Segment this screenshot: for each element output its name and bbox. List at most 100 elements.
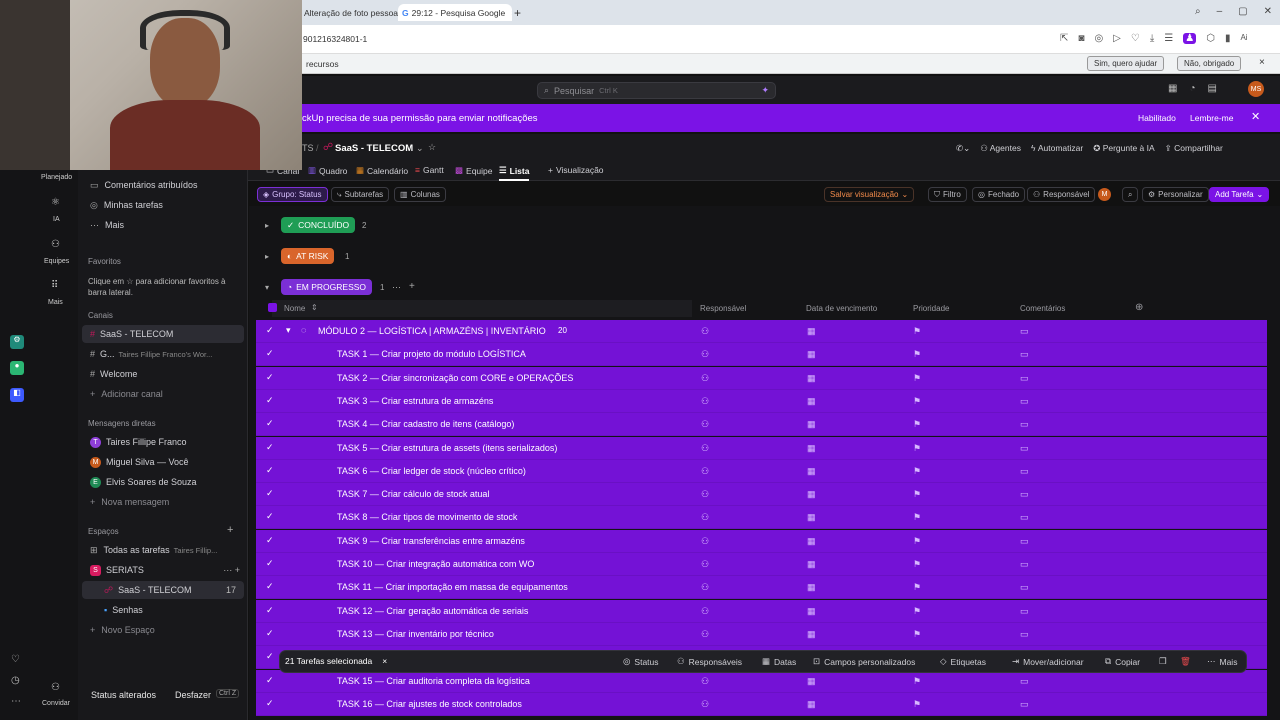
task-name[interactable]: TASK 10 — Criar integração automática co… xyxy=(337,559,534,569)
task-name[interactable]: TASK 5 — Criar estrutura de assets (iten… xyxy=(337,443,557,453)
task-name[interactable]: TASK 2 — Criar sincronização com CORE e … xyxy=(337,373,573,383)
sidebar-icon[interactable]: ▮ xyxy=(1225,33,1231,44)
app-shortcut-icon[interactable]: ◧ xyxy=(10,388,24,402)
row-checkbox[interactable]: ✓ xyxy=(266,348,274,359)
user-icon[interactable]: ⚇ xyxy=(701,512,709,523)
close-icon[interactable]: ✕ xyxy=(1251,110,1260,123)
status-group-em-progresso[interactable]: ◔ EM PROGRESSO xyxy=(281,279,373,295)
flag-icon[interactable]: ⚑ xyxy=(913,536,921,547)
user-icon[interactable]: ⚇ xyxy=(701,582,709,593)
user-icon[interactable]: ⚇ xyxy=(701,536,709,547)
column-assignee[interactable]: Responsável xyxy=(700,304,746,313)
flag-icon[interactable]: ⚑ xyxy=(913,559,921,570)
calendar-icon[interactable]: ▦ xyxy=(807,419,816,430)
row-checkbox[interactable]: ✓ xyxy=(266,511,274,522)
calendar-icon[interactable]: ▦ xyxy=(807,606,816,617)
bulk-assignees-button[interactable]: ⚇ Responsáveis xyxy=(677,656,742,667)
assignee-avatar[interactable]: M xyxy=(1098,188,1111,201)
user-icon[interactable]: ⚇ xyxy=(701,396,709,407)
sidebar-item-my-tasks[interactable]: ◎ Minhas tarefas xyxy=(78,196,248,214)
task-row[interactable]: ✓ TASK 16 — Criar ajustes de stock contro… xyxy=(256,692,1267,716)
new-tab-button[interactable]: + xyxy=(514,4,526,21)
ask-ai-button[interactable]: ✪ Pergunte à IA xyxy=(1093,143,1154,154)
dm-item[interactable]: M Miguel Silva — Você xyxy=(78,453,248,471)
install-icon[interactable]: ⇱ xyxy=(1060,33,1068,44)
infobar-close-icon[interactable]: × xyxy=(1259,57,1265,68)
plus-icon[interactable]: + xyxy=(409,281,415,292)
calendar-icon[interactable]: ▦ xyxy=(807,559,816,570)
agents-button[interactable]: ⚇ Agentes xyxy=(980,143,1021,154)
row-checkbox[interactable]: ✓ xyxy=(266,675,274,686)
sidebar-item-list-saas[interactable]: ☍ SaaS - TELECOM 17 xyxy=(82,581,244,599)
trash-icon[interactable]: 🗑 xyxy=(1180,656,1191,667)
comment-icon[interactable]: ▭ xyxy=(1020,466,1029,477)
extension-icon[interactable]: ♟ xyxy=(1183,33,1197,44)
comment-icon[interactable]: ▭ xyxy=(1020,536,1029,547)
sidebar-item-channel-welcome[interactable]: # Welcome xyxy=(78,365,248,383)
comment-icon[interactable]: ▭ xyxy=(1020,629,1029,640)
calendar-icon[interactable]: ▤ xyxy=(1208,83,1217,94)
heart-icon[interactable]: ♡ xyxy=(11,654,20,665)
browser-tab-active[interactable]: G 29:12 - Pesquisa Google × xyxy=(398,4,512,21)
task-row[interactable]: ✓ TASK 1 — Criar projeto do módulo LOGÍST… xyxy=(256,343,1267,367)
comment-icon[interactable]: ▭ xyxy=(1020,443,1029,454)
close-window-icon[interactable]: ✕ xyxy=(1264,6,1272,17)
comment-icon[interactable]: ▭ xyxy=(1020,512,1029,523)
share-button[interactable]: ⇪ Compartilhar xyxy=(1165,143,1223,154)
tab-equipe[interactable]: ▩ Equipe xyxy=(455,165,493,176)
sidebar-item-assigned-comments[interactable]: ▭ Comentários atribuídos xyxy=(78,176,248,194)
row-checkbox[interactable]: ✓ xyxy=(266,558,274,569)
task-row[interactable]: ✓ TASK 5 — Criar estrutura de assets (ite… xyxy=(256,436,1267,460)
comment-icon[interactable]: ▭ xyxy=(1020,326,1029,337)
flag-icon[interactable]: ⚑ xyxy=(913,443,921,454)
row-checkbox[interactable]: ✓ xyxy=(266,395,274,406)
yes-help-button[interactable]: Sim, quero ajudar xyxy=(1087,56,1165,71)
row-checkbox[interactable]: ✓ xyxy=(266,465,274,476)
flag-icon[interactable]: ⚑ xyxy=(913,349,921,360)
closed-button[interactable]: ◎ Fechado xyxy=(972,187,1026,202)
teams-icon[interactable]: ⚇ xyxy=(51,239,60,250)
grid-icon[interactable]: ⠿ xyxy=(51,280,58,291)
user-icon[interactable]: ⚇ xyxy=(701,349,709,360)
user-icon[interactable]: ⚇ xyxy=(701,489,709,500)
comment-icon[interactable]: ▭ xyxy=(1020,606,1029,617)
user-icon[interactable]: ⚇ xyxy=(701,559,709,570)
task-name[interactable]: TASK 16 — Criar ajustes de stock control… xyxy=(337,699,522,709)
undo-button[interactable]: Desfazer xyxy=(175,690,211,700)
remind-me-button[interactable]: Lembre-me xyxy=(1190,113,1233,123)
sidebar-item-channel-saas[interactable]: # SaaS - TELECOM xyxy=(82,325,244,343)
save-view-button[interactable]: Salvar visualização ⌄ xyxy=(824,187,915,202)
task-row[interactable]: ✓ TASK 13 — Criar inventário por técnico ⚇… xyxy=(256,622,1267,646)
task-row[interactable]: ✓ TASK 3 — Criar estrutura de armazéns ⚇ ▦ ⚑… xyxy=(256,389,1267,413)
comment-icon[interactable]: ▭ xyxy=(1020,559,1029,570)
grid-icon[interactable]: ▦ xyxy=(1168,83,1177,94)
planned-label[interactable]: Planejado xyxy=(41,174,72,181)
status-circle-icon[interactable]: ◌ xyxy=(301,325,306,335)
calendar-icon[interactable]: ▦ xyxy=(807,326,816,337)
enable-notifications-button[interactable]: Habilitado xyxy=(1138,113,1176,123)
customize-button[interactable]: ⚙ Personalizar xyxy=(1142,187,1209,202)
status-group-at-risk[interactable]: ◐ AT RISK xyxy=(281,248,335,264)
row-checkbox[interactable]: ✓ xyxy=(266,605,274,616)
bulk-copy-button[interactable]: ⧉ Copiar xyxy=(1105,656,1140,667)
calendar-icon[interactable]: ▦ xyxy=(807,676,816,687)
row-checkbox[interactable]: ✓ xyxy=(266,581,274,592)
comment-icon[interactable]: ▭ xyxy=(1020,349,1029,360)
task-name[interactable]: TASK 12 — Criar geração automática de se… xyxy=(337,606,528,616)
task-name[interactable]: TASK 11 — Criar importação em massa de e… xyxy=(337,582,568,592)
task-name[interactable]: TASK 9 — Criar transferências entre arma… xyxy=(337,536,525,546)
flag-icon[interactable]: ⚑ xyxy=(913,676,921,687)
profile-badge[interactable]: Ai xyxy=(1240,33,1247,44)
flag-icon[interactable]: ⚑ xyxy=(913,699,921,710)
more-icon[interactable]: ⋯ + xyxy=(223,565,240,576)
task-row[interactable]: ✓ TASK 8 — Criar tipos de movimento de st… xyxy=(256,506,1267,530)
automate-button[interactable]: ϟ Automatizar xyxy=(1031,143,1083,154)
app-shortcut-icon[interactable]: ● xyxy=(10,361,24,375)
star-icon[interactable]: ☆ xyxy=(428,142,436,153)
user-icon[interactable]: ⚇ xyxy=(701,629,709,640)
search-button[interactable]: ⌕ xyxy=(1122,187,1139,202)
new-message-button[interactable]: + Nova mensagem xyxy=(78,493,248,511)
comment-icon[interactable]: ▭ xyxy=(1020,676,1029,687)
task-name[interactable]: MÓDULO 2 — LOGÍSTICA | ARMAZÉNS | INVENT… xyxy=(318,326,546,336)
comment-icon[interactable]: ▭ xyxy=(1020,699,1029,710)
